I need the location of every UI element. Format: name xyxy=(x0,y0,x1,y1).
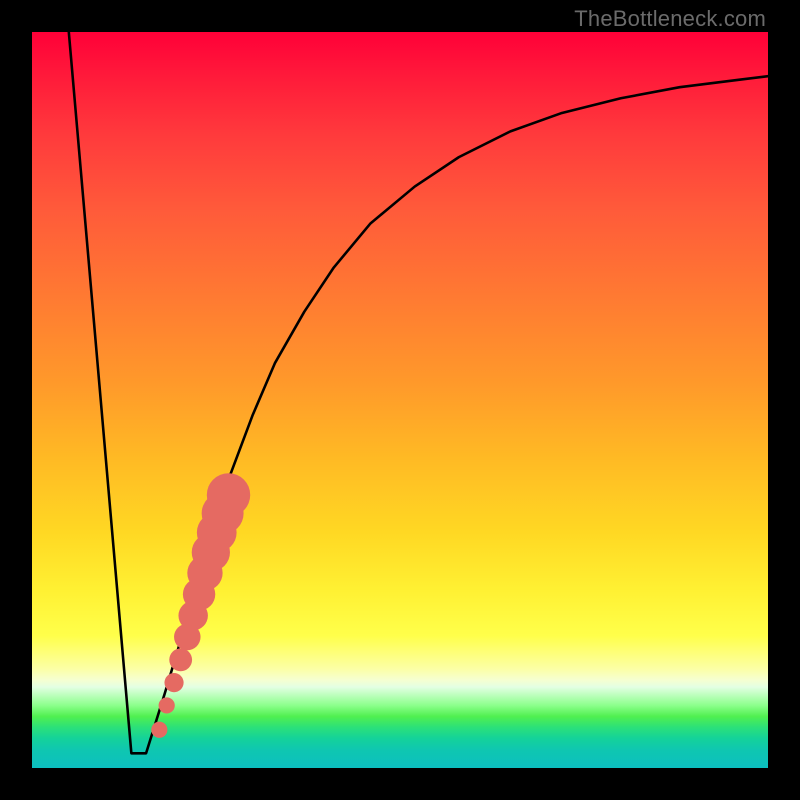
plot-area xyxy=(32,32,768,768)
marker-layer xyxy=(32,32,768,768)
marker-dot xyxy=(151,722,167,738)
marker-dot xyxy=(164,673,183,692)
marker-dot xyxy=(169,648,192,671)
marker-dots xyxy=(151,473,250,738)
chart-frame: TheBottleneck.com xyxy=(0,0,800,800)
marker-dot xyxy=(207,473,250,516)
watermark-text: TheBottleneck.com xyxy=(574,6,766,32)
marker-dot xyxy=(159,697,175,713)
